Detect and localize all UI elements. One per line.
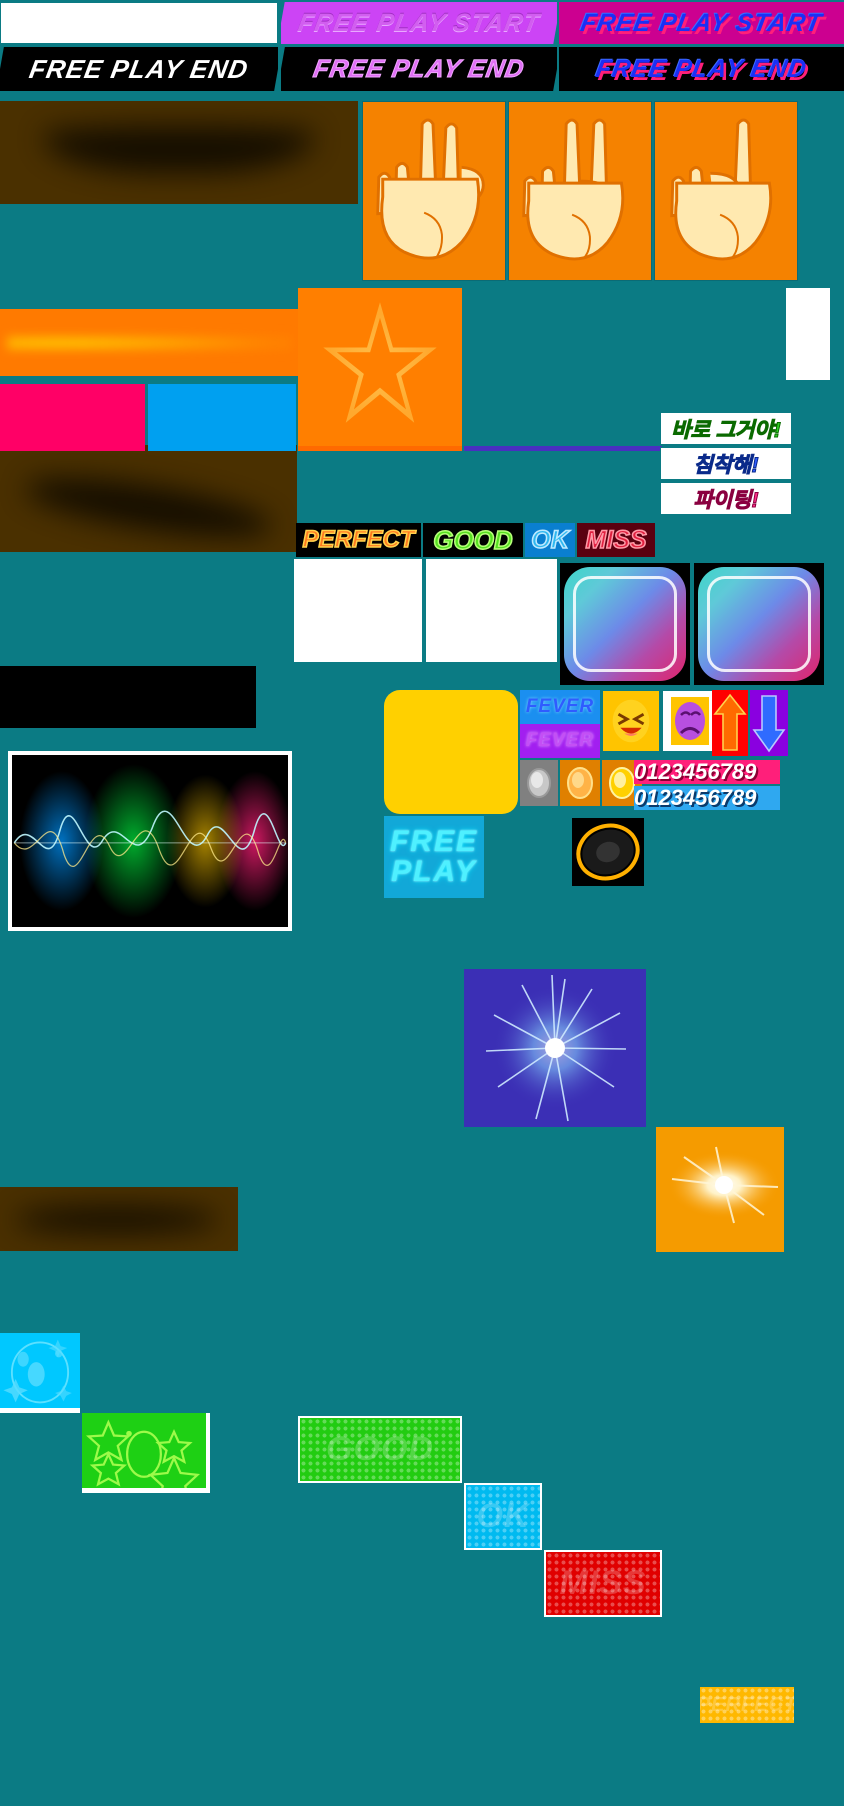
korean-message-calm-down: 침착해!: [660, 447, 792, 480]
coin-silver: [520, 760, 558, 806]
pad-button-right[interactable]: [694, 563, 824, 685]
sprite-sheet: FREE PLAY START FREE PLAY START FREE PLA…: [0, 0, 844, 1723]
banner-label: FREE PLAY START: [281, 2, 557, 44]
countdown-hand-two: [508, 101, 652, 281]
effect-fire-streak: [0, 309, 340, 376]
judgement-label-text: MISS: [585, 525, 648, 555]
pad-button-left[interactable]: [560, 563, 690, 685]
digit-strip-pink: 0123456789: [634, 760, 780, 784]
digit-strip-text: 0123456789: [634, 760, 757, 784]
korean-message-text: 파이팅!: [661, 483, 791, 514]
color-block-black: [0, 666, 256, 728]
emoji-happy: [602, 690, 660, 752]
fever-text: FEVER: [525, 696, 595, 717]
banner-label: FREE PLAY END: [281, 47, 557, 91]
judgement-tile-ghost-label: GOOD: [326, 1430, 434, 1468]
blank-panel-left: [293, 558, 423, 663]
free-play-line-2: PLAY: [391, 855, 477, 888]
judgement-label-perfect: PERFECT: [296, 523, 421, 557]
banner-free-play-start-magenta: FREE PLAY START: [281, 2, 557, 44]
strip-purple: [464, 446, 662, 451]
effect-star-outline: [298, 288, 462, 446]
banner-free-play-start-blue: FREE PLAY START: [559, 2, 844, 44]
countdown-hand-one: [654, 101, 798, 281]
korean-message-text: 침착해!: [661, 448, 791, 479]
pattern-stars-green: [82, 1413, 210, 1493]
yellow-rounded-panel: [384, 690, 518, 814]
fever-text: FEVER: [525, 730, 595, 751]
judgement-tile-miss: MISS: [544, 1550, 662, 1617]
banner-label: FREE PLAY END: [0, 47, 278, 91]
korean-message-fighting: 파이팅!: [660, 482, 792, 515]
judgement-label-good: GOOD: [423, 523, 523, 557]
effect-spectrum-waveform: [8, 751, 292, 931]
digit-strip-blue: 0123456789: [634, 786, 780, 810]
effect-blue-starburst: [464, 969, 646, 1127]
effect-smoke-small: [0, 1187, 238, 1251]
banner-free-play-end-white: FREE PLAY END: [0, 47, 278, 91]
coin-bronze: [560, 760, 600, 806]
banner-label: FREE PLAY START: [578, 8, 825, 37]
judgement-label-ok: OK: [525, 523, 575, 557]
banner-free-play-end-blue: FREE PLAY END: [559, 47, 844, 91]
countdown-hand-three: [362, 101, 506, 281]
pattern-bubbles-cyan: [0, 1333, 80, 1413]
banner-label: FREE PLAY END: [593, 54, 810, 83]
judgement-tile-ghost-label: OK: [476, 1497, 530, 1535]
banner-free-play-start-blank: FREE PLAY START: [0, 2, 278, 44]
korean-message-text: 바로 그거야!: [661, 413, 791, 444]
effect-gold-flare: [656, 1127, 784, 1252]
digit-strip-text: 0123456789: [634, 786, 757, 810]
judgement-tile-perfect: PERFECT: [700, 1687, 794, 1723]
banner-free-play-end-magenta: FREE PLAY END: [281, 47, 557, 91]
fever-label-blue: FEVER: [520, 690, 600, 724]
effect-smoke-diagonal: [0, 445, 297, 552]
judgement-tile-ghost-label: PERFECT: [700, 1693, 794, 1716]
free-play-neon-label: FREE PLAY: [384, 816, 484, 898]
blank-panel-right: [425, 558, 558, 663]
blank-swatch-white: [786, 288, 830, 380]
arrow-down: [750, 690, 788, 756]
judgement-label-text: GOOD: [433, 524, 514, 556]
effect-smoke-wide: [0, 101, 358, 204]
free-play-line-1: FREE: [389, 825, 478, 858]
judgement-tile-ghost-label: MISS: [559, 1564, 647, 1602]
color-block-cyan: [148, 384, 296, 451]
color-block-pink: [0, 384, 145, 451]
strip-orange: [298, 446, 462, 451]
speaker-cone: [572, 818, 644, 886]
judgement-tile-good: GOOD: [298, 1416, 462, 1483]
emoji-sad: [662, 690, 718, 752]
judgement-label-text: OK: [531, 525, 570, 555]
judgement-label-text: PERFECT: [302, 525, 416, 554]
arrow-up: [712, 690, 748, 756]
judgement-label-miss: MISS: [577, 523, 655, 557]
banner-label: FREE PLAY START: [1, 3, 277, 43]
fever-label-purple: FEVER: [520, 724, 600, 758]
judgement-tile-ok: OK: [464, 1483, 542, 1550]
korean-message-thats-it: 바로 그거야!: [660, 412, 792, 445]
